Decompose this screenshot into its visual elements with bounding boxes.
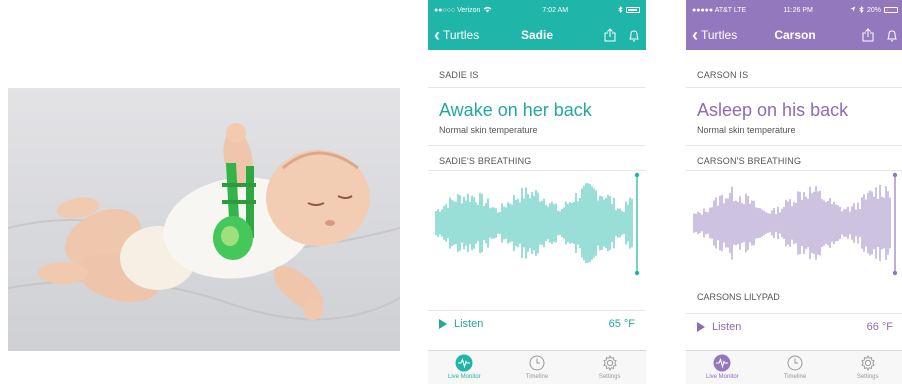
tab-bar: Live Monitor Timeline Settings <box>428 350 646 384</box>
page: ●●○○○ Verizon 7:02 AM ‹ Turtles Sadie SA… <box>0 0 902 384</box>
waveform-graph <box>693 172 898 276</box>
skin-temp-note: Normal skin temperature <box>439 125 538 135</box>
listen-label: Listen <box>712 320 742 333</box>
tab-label: Live Monitor <box>705 374 739 380</box>
baby-photo <box>8 88 400 351</box>
waveform-graph <box>435 172 640 276</box>
play-icon <box>439 318 447 329</box>
battery-icon <box>884 7 898 13</box>
back-label: Turtles <box>701 28 738 42</box>
bell-icon[interactable] <box>886 29 898 42</box>
tab-label: Settings <box>598 374 621 380</box>
waveform-cursor-dot <box>892 172 898 178</box>
tab-settings[interactable]: Settings <box>831 351 902 384</box>
carrier-label: ●●●●● AT&T LTE <box>692 6 747 14</box>
breathing-waveform <box>428 170 646 286</box>
status-bar: ●●○○○ Verizon 7:02 AM <box>428 0 646 20</box>
battery-icon <box>626 7 640 13</box>
back-button[interactable]: ‹ Turtles <box>434 25 480 45</box>
wifi-icon <box>483 6 492 15</box>
nav-bar: ‹ Turtles Carson <box>686 20 902 50</box>
play-icon <box>697 321 705 332</box>
room-temperature: 65 °F <box>608 317 635 330</box>
tab-live-monitor[interactable]: Live Monitor <box>428 351 501 384</box>
nav-bar: ‹ Turtles Sadie <box>428 20 646 50</box>
breathing-waveform <box>686 170 902 286</box>
listen-row: Listen 66 °F <box>686 313 902 339</box>
listen-button[interactable]: Listen <box>439 318 483 330</box>
room-temperature: 66 °F <box>866 320 893 333</box>
clock-icon <box>528 354 546 372</box>
tab-timeline[interactable]: Timeline <box>501 351 574 384</box>
phone-sadie: ●●○○○ Verizon 7:02 AM ‹ Turtles Sadie SA… <box>428 0 646 384</box>
state-text: Awake on her back <box>439 100 592 120</box>
baby-photo-illustration <box>8 88 400 351</box>
status-time: 11:26 PM <box>783 6 813 14</box>
battery-percent: 20% <box>866 6 881 14</box>
chevron-left-icon: ‹ <box>692 25 698 45</box>
tab-label: Timeline <box>783 374 807 380</box>
breathing-label: SADIE'S BREATHING <box>439 156 532 166</box>
status-bar: ●●●●● AT&T LTE 11:26 PM 20% <box>686 0 902 20</box>
bluetooth-icon <box>618 5 623 15</box>
listen-label: Listen <box>454 317 484 330</box>
tab-timeline[interactable]: Timeline <box>759 351 832 384</box>
carrier-label: ●●○○○ Verizon <box>434 6 481 14</box>
tab-label: Timeline <box>525 374 549 380</box>
skin-temp-note: Normal skin temperature <box>697 125 796 135</box>
location-icon <box>850 6 856 14</box>
waveform-cursor-dot <box>634 270 640 276</box>
listen-row: Listen 65 °F <box>428 310 646 336</box>
gear-icon <box>601 354 619 372</box>
state-panel: Awake on her back Normal skin temperatur… <box>428 87 646 146</box>
tab-live-monitor[interactable]: Live Monitor <box>686 351 759 384</box>
bluetooth-icon <box>859 5 864 15</box>
share-icon[interactable] <box>862 28 874 42</box>
tab-label: Settings <box>856 374 879 380</box>
bell-icon[interactable] <box>628 29 640 42</box>
phone-carson: ●●●●● AT&T LTE 11:26 PM 20% ‹ Turtles Ca… <box>686 0 902 384</box>
tab-bar: Live Monitor Timeline Settings <box>686 350 902 384</box>
live-monitor-icon <box>455 354 473 372</box>
gear-icon <box>859 354 877 372</box>
share-icon[interactable] <box>604 28 616 42</box>
status-time: 7:02 AM <box>542 6 569 14</box>
back-button[interactable]: ‹ Turtles <box>692 25 738 45</box>
breathing-label: CARSON'S BREATHING <box>697 156 802 166</box>
chevron-left-icon: ‹ <box>434 25 440 45</box>
state-panel: Asleep on his back Normal skin temperatu… <box>686 87 902 146</box>
clock-icon <box>786 354 804 372</box>
state-label: SADIE IS <box>439 70 479 80</box>
lilypad-label: CARSONS LILYPAD <box>697 292 780 302</box>
tab-settings[interactable]: Settings <box>573 351 646 384</box>
waveform-cursor-dot <box>634 172 640 178</box>
listen-button[interactable]: Listen <box>697 321 741 333</box>
tab-label: Live Monitor <box>447 374 481 380</box>
state-label: CARSON IS <box>697 70 749 80</box>
waveform-cursor-dot <box>892 270 898 276</box>
state-text: Asleep on his back <box>697 100 849 120</box>
back-label: Turtles <box>443 28 480 42</box>
live-monitor-icon <box>713 354 731 372</box>
